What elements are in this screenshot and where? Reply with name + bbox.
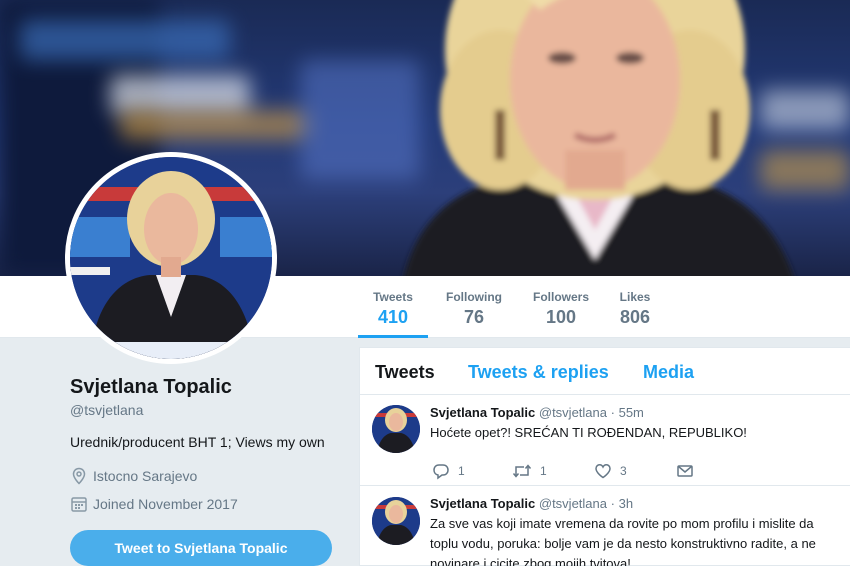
retweet-icon (512, 464, 532, 478)
tweet-item[interactable]: Svjetlana Topalic @tsvjetlana · 3h Za sv… (360, 486, 850, 566)
stat-following-label: Following (446, 290, 502, 304)
profile-avatar[interactable] (65, 152, 277, 364)
retweet-button[interactable]: 1 (512, 462, 594, 480)
tweet-to-button[interactable]: Tweet to Svjetlana Topalic (70, 530, 332, 566)
profile-joined: Joined November 2017 (70, 495, 238, 513)
stat-following[interactable]: Following 76 (440, 290, 508, 338)
profile-location: Istocno Sarajevo (70, 467, 197, 485)
stat-following-count: 76 (463, 307, 485, 327)
tweet-item[interactable]: Svjetlana Topalic @tsvjetlana · 55m Hoće… (360, 395, 850, 486)
tweet-separator: · (610, 496, 615, 511)
tweet-text-line: toplu vodu, poruka: bolje vam je da nest… (430, 536, 816, 551)
profile-location-text: Istocno Sarajevo (93, 468, 198, 484)
tweet-text-line: novinare i cicite zbog mojih tvitova! (430, 556, 631, 566)
tweet-author-name[interactable]: Svjetlana Topalic (430, 496, 535, 511)
heart-icon (595, 464, 611, 479)
tweet-text: Hoćete opet?! SREĆAN TI ROĐENDAN, REPUBL… (430, 425, 747, 440)
stat-followers-count: 100 (545, 307, 577, 327)
timeline-tabs: Tweets Tweets & replies Media (360, 348, 850, 395)
reply-button[interactable]: 1 (432, 462, 512, 480)
banner-photo-anchor (404, 0, 794, 276)
stat-tweets-count: 410 (377, 307, 409, 327)
stat-tweets-label: Tweets (373, 290, 413, 304)
profile-handle[interactable]: @tsvjetlana (70, 402, 143, 418)
tab-media[interactable]: Media (643, 362, 694, 383)
location-pin-icon (70, 467, 88, 485)
timeline: Tweets Tweets & replies Media Svjetlana … (359, 347, 850, 566)
profile-joined-text: Joined November 2017 (93, 496, 238, 512)
profile-name[interactable]: Svjetlana Topalic (70, 376, 232, 399)
calendar-icon (70, 495, 88, 513)
tweet-text-line: Za sve vas koji imate vremena da rovite … (430, 516, 814, 531)
direct-message-button[interactable] (676, 462, 702, 480)
tweet-author-handle[interactable]: @tsvjetlana (539, 405, 607, 420)
stat-followers[interactable]: Followers 100 (528, 290, 594, 338)
tweet-separator: · (610, 405, 615, 420)
tab-tweets[interactable]: Tweets (375, 362, 435, 383)
like-button[interactable]: 3 (594, 462, 676, 480)
reply-count: 1 (458, 464, 465, 478)
tweet-actions: 1 1 3 (432, 462, 702, 480)
stat-likes-count: 806 (619, 307, 651, 327)
envelope-icon (677, 465, 693, 477)
tweet-avatar[interactable] (372, 497, 420, 545)
stat-likes-label: Likes (619, 290, 651, 304)
tweet-author-handle[interactable]: @tsvjetlana (539, 496, 607, 511)
tab-tweets-replies[interactable]: Tweets & replies (468, 362, 609, 383)
stat-likes[interactable]: Likes 806 (612, 290, 658, 338)
avatar-photo (70, 157, 272, 359)
retweet-count: 1 (540, 464, 547, 478)
profile-bio: Urednik/producent BHT 1; Views my own (70, 434, 325, 450)
tweet-timestamp[interactable]: 55m (619, 405, 644, 420)
tweet-author-name[interactable]: Svjetlana Topalic (430, 405, 535, 420)
tweet-timestamp[interactable]: 3h (619, 496, 633, 511)
reply-icon (433, 464, 449, 480)
tweet-avatar[interactable] (372, 405, 420, 453)
stat-followers-label: Followers (532, 290, 589, 304)
like-count: 3 (620, 464, 627, 478)
stat-tweets[interactable]: Tweets 410 (358, 290, 428, 338)
